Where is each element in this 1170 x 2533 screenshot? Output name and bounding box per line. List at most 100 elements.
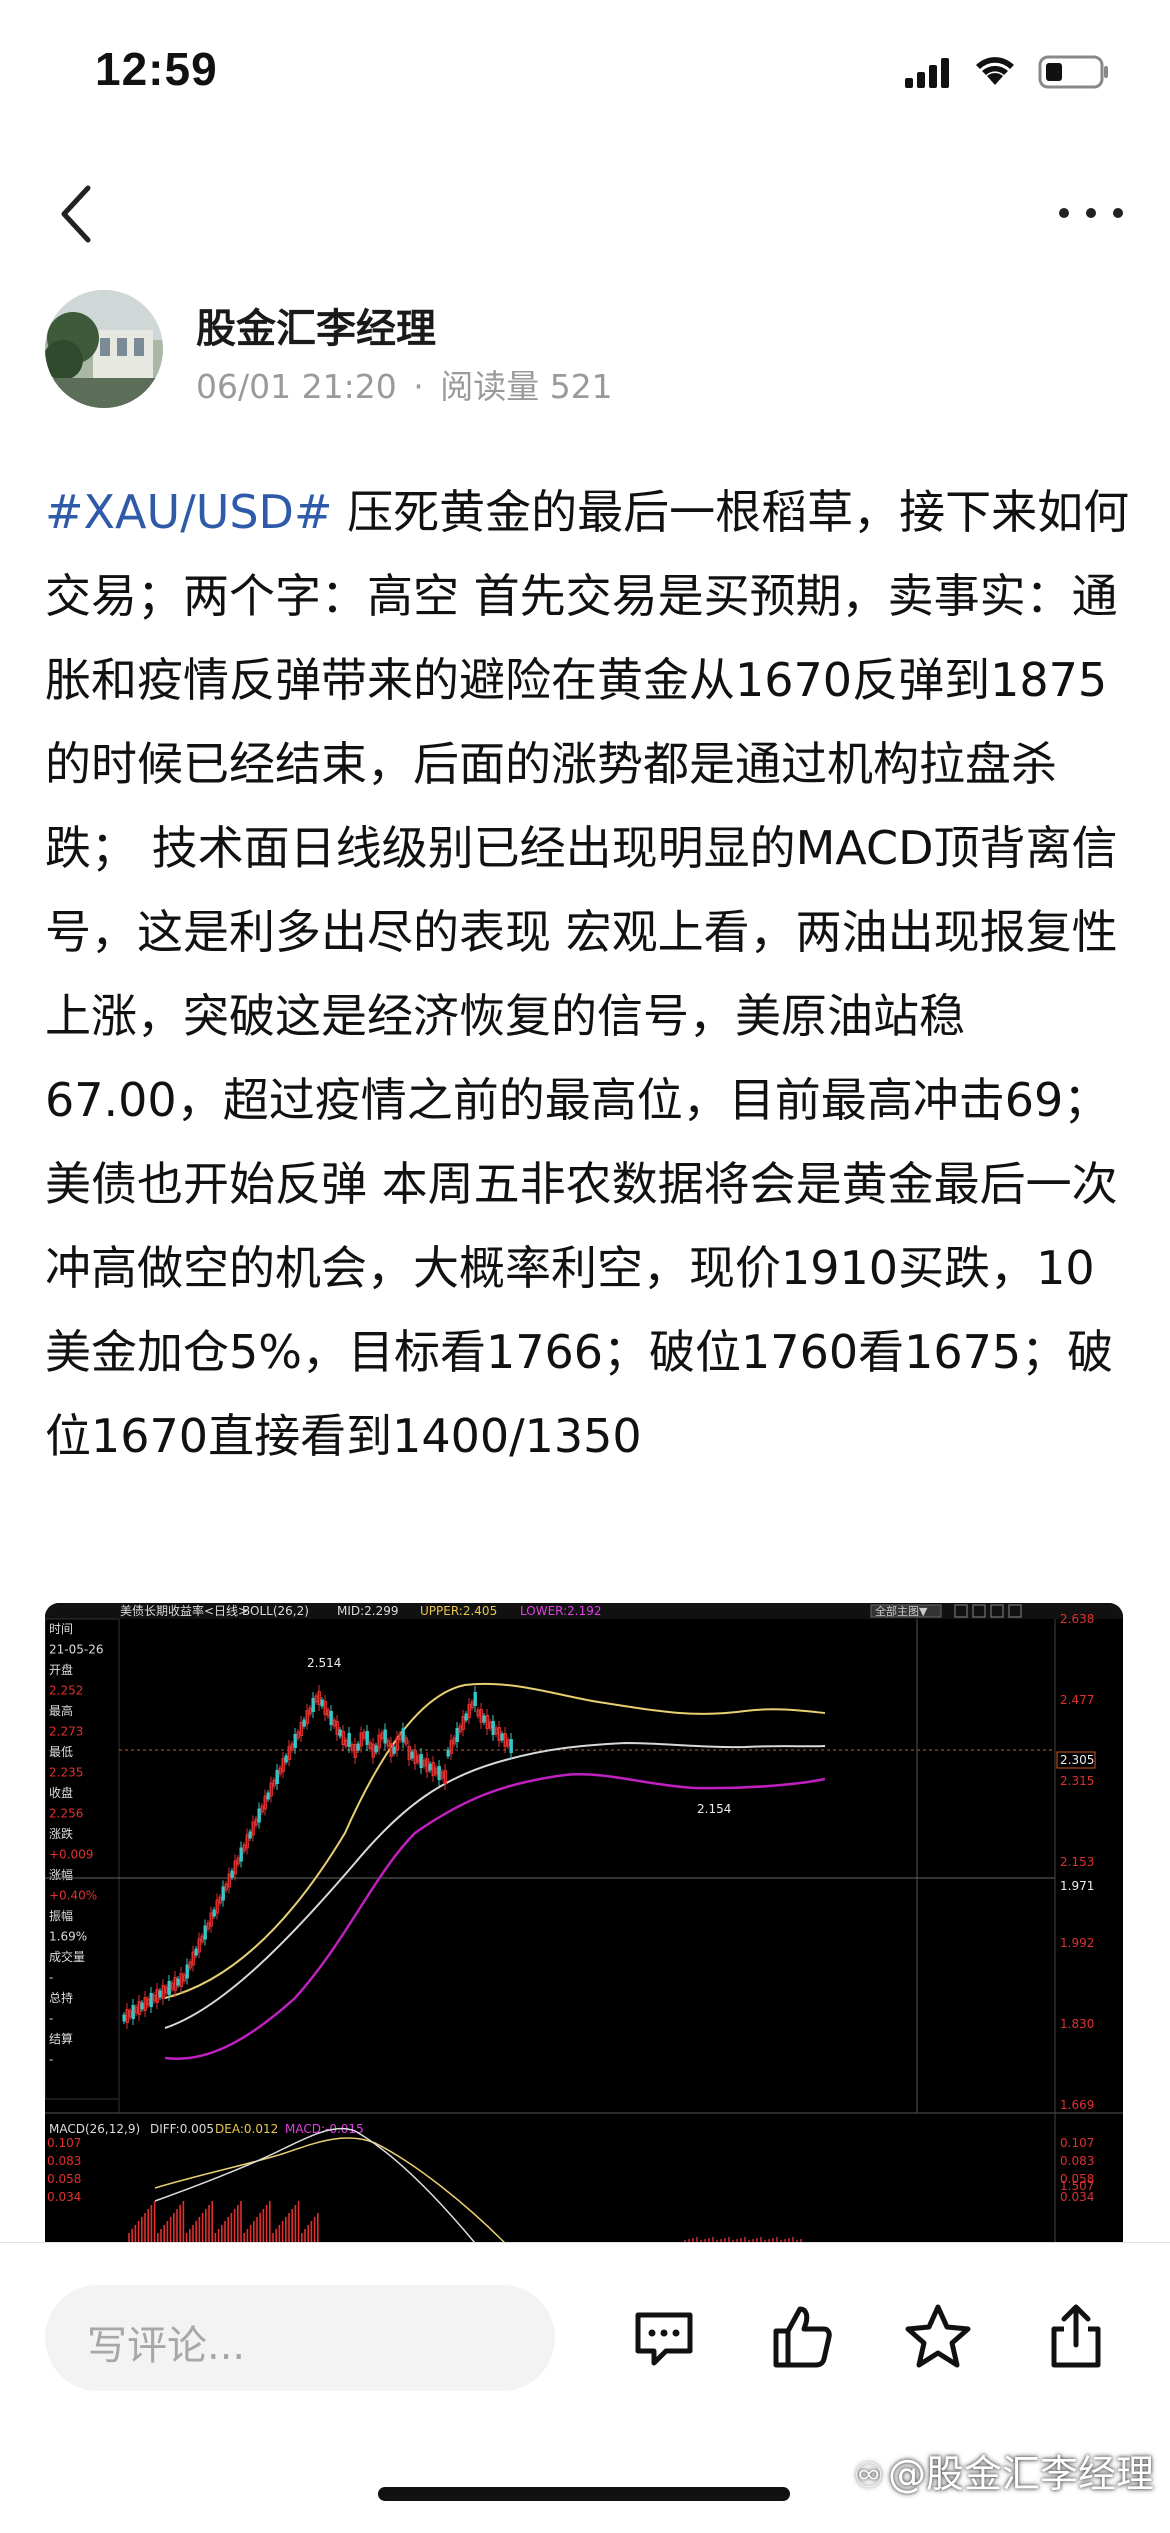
info-panel-item: +0.009 (49, 1848, 93, 1862)
candle-body (401, 1728, 405, 1743)
macd-tick-left: 0.107 (47, 2136, 81, 2150)
chart-upper-label: UPPER:2.405 (420, 1604, 497, 1618)
candle-body (347, 1732, 351, 1747)
candle-body (365, 1730, 369, 1745)
candle-body (509, 1739, 513, 1753)
macd-tick-right: 0.107 (1060, 2136, 1094, 2150)
chart-image[interactable]: 美债长期收益率<日线> BOLL(26,2) MID:2.299 UPPER:2… (45, 1603, 1123, 2243)
info-panel-item: 收盘 (49, 1785, 73, 1800)
candle-body (230, 1870, 234, 1878)
wifi-icon (976, 57, 1014, 85)
author-name[interactable]: 股金汇李经理 (196, 296, 436, 354)
share-icon[interactable] (1040, 2301, 1112, 2373)
status-bar: 12:59 (0, 0, 1170, 150)
candle-body (221, 1886, 225, 1901)
post-body: #XAU/USD# 压死黄金的最后一根稻草，接下来如何交易；两个字：高空 首先交… (45, 470, 1135, 1478)
candle-body (338, 1729, 342, 1737)
watermark-logo-icon: ♾ (853, 2456, 884, 2496)
candle-body (176, 1978, 180, 1986)
back-icon[interactable] (48, 178, 108, 250)
candle-body (131, 2005, 135, 2019)
candle-body (419, 1754, 423, 1768)
candle-body (239, 1847, 243, 1862)
info-panel-item: 成交量 (49, 1949, 85, 1964)
candle-body (248, 1831, 252, 1839)
cellular-signal-icon (905, 58, 949, 88)
price-tick-label: 1.992 (1060, 1936, 1094, 1950)
current-price-tag: 2.305 (1060, 1753, 1094, 1767)
macd-tick-left: 0.034 (47, 2190, 81, 2204)
info-panel-item: 总持 (49, 1990, 73, 2005)
macd-tick-right: 0.058 (1060, 2172, 1094, 2186)
macd-title: MACD(26,12,9) (49, 2122, 140, 2136)
read-count: 阅读量 521 (440, 367, 613, 406)
author-avatar[interactable] (45, 290, 163, 408)
info-panel-item: - (49, 2012, 53, 2026)
macd-value: MACD:-0.015 (285, 2122, 364, 2136)
macd-tick-right: 0.034 (1060, 2190, 1094, 2204)
home-indicator (378, 2487, 790, 2501)
info-panel-item: 2.235 (49, 1766, 83, 1780)
low-label: 2.154 (697, 1802, 731, 1816)
chart-menu[interactable]: 全部主图▼ (875, 1604, 928, 1618)
comment-icon[interactable] (628, 2301, 700, 2373)
candle-body (266, 1792, 270, 1800)
candle-body (464, 1713, 468, 1721)
status-time: 12:59 (95, 43, 218, 95)
bottom-action-bar: 写评论... ♾ @股金汇李经理 (0, 2242, 1170, 2533)
comment-input[interactable]: 写评论... (45, 2285, 555, 2391)
candle-body (473, 1692, 477, 1706)
macd-tick-right: 0.083 (1060, 2154, 1094, 2168)
info-panel-item: 21-05-26 (49, 1643, 103, 1657)
favorite-star-icon[interactable] (902, 2301, 974, 2373)
chart-title: 美债长期收益率<日线> (120, 1603, 248, 1618)
candle-body (428, 1763, 432, 1771)
chart-boll-label: BOLL(26,2) (242, 1604, 309, 1618)
info-panel-item: 振幅 (49, 1908, 73, 1923)
price-tick-label: 2.638 (1060, 1612, 1094, 1626)
candle-body (284, 1755, 288, 1763)
info-panel-item: 2.252 (49, 1684, 83, 1698)
candle-body (203, 1925, 207, 1940)
macd-diff: DIFF:0.005 (150, 2122, 214, 2136)
info-panel-item: 2.273 (49, 1725, 83, 1739)
info-panel-item: 涨幅 (49, 1867, 73, 1882)
candle-body (185, 1964, 189, 1979)
candle-body (374, 1745, 378, 1753)
hashtag-link[interactable]: #XAU/USD# (45, 485, 333, 539)
candle-body (383, 1729, 387, 1744)
info-panel-item: 开盘 (49, 1662, 73, 1677)
comment-placeholder: 写评论... (87, 2323, 246, 2369)
info-panel-item: +0.40% (49, 1889, 97, 1903)
candle-body (140, 2002, 144, 2010)
candle-body (437, 1766, 441, 1780)
info-panel-item: 涨跌 (49, 1826, 73, 1841)
macd-dea: DEA:0.012 (215, 2122, 278, 2136)
price-tick-label: 1.830 (1060, 2017, 1094, 2031)
candle-body (392, 1746, 396, 1754)
more-options-icon[interactable] (1052, 198, 1130, 228)
info-panel-item: 最高 (49, 1703, 73, 1718)
macd-tick-left: 0.058 (47, 2172, 81, 2186)
price-tick-label: 2.315 (1060, 1774, 1094, 1788)
battery-icon (1038, 55, 1108, 89)
candle-body (356, 1743, 360, 1751)
candle-body (446, 1749, 450, 1757)
candle-body (293, 1734, 297, 1748)
chart-lower-label: LOWER:2.192 (520, 1604, 602, 1618)
crosshair-value: 1.971 (1060, 1879, 1094, 1893)
candle-body (410, 1751, 414, 1759)
candle-body (149, 1993, 153, 2007)
info-panel-item: 1.69% (49, 1930, 87, 1944)
candle-body (491, 1721, 495, 1735)
info-panel-item: 结算 (49, 2031, 73, 2046)
info-panel-item: 最低 (49, 1745, 73, 1759)
candle-body (500, 1733, 504, 1741)
info-panel-item: 时间 (49, 1622, 73, 1636)
candle-body (212, 1909, 216, 1917)
candle-body (329, 1711, 333, 1725)
price-tick-label: 1.669 (1060, 2098, 1094, 2112)
high-label: 2.514 (307, 1656, 341, 1670)
like-thumb-icon[interactable] (766, 2301, 838, 2373)
info-panel-item: 2.256 (49, 1807, 83, 1821)
